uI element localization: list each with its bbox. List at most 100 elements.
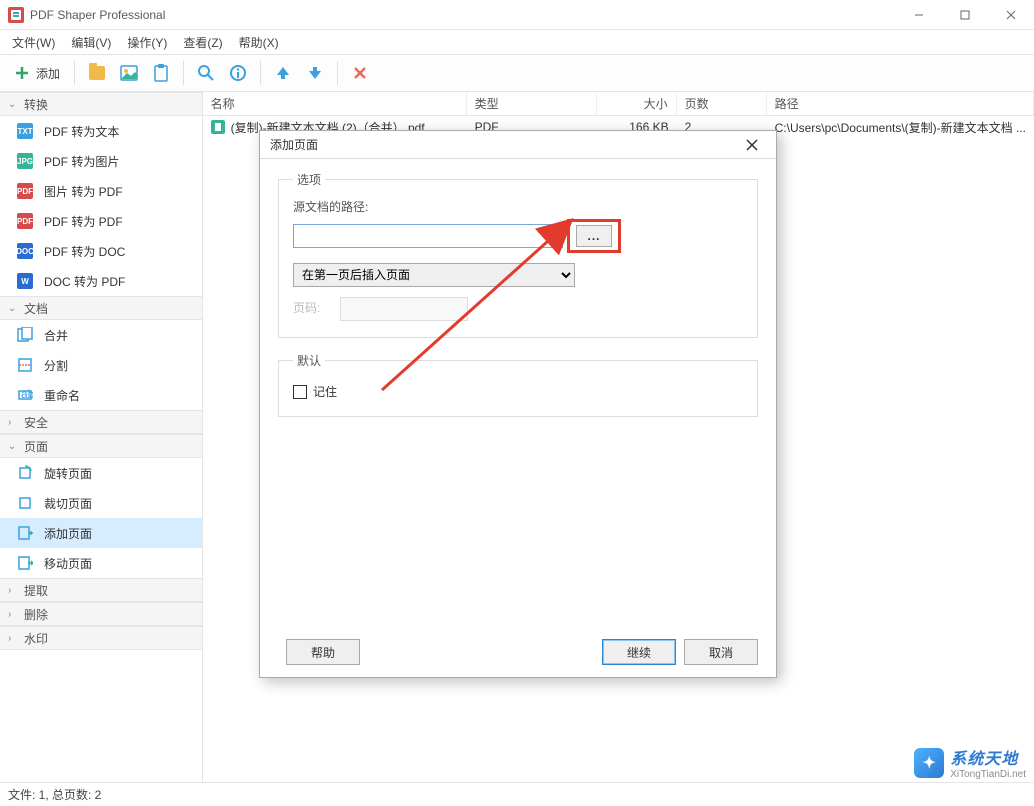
sidebar-item-label: PDF 转为图片 — [44, 153, 119, 170]
paste-button[interactable] — [147, 59, 175, 87]
crop-icon — [16, 494, 34, 512]
pdf-file-icon — [211, 120, 225, 134]
add-button-label: 添加 — [36, 65, 60, 82]
sidebar-group-pages[interactable]: ⌄ 页面 — [0, 434, 202, 458]
sidebar-group-document[interactable]: ⌄文档 — [0, 296, 202, 320]
site-watermark: ✦ 系统天地 XiTongTianDi.net — [914, 745, 1026, 780]
dialog-title: 添加页面 — [270, 136, 318, 153]
close-icon — [746, 139, 758, 151]
info-button[interactable] — [224, 59, 252, 87]
split-icon — [16, 356, 34, 374]
sidebar-group-extract[interactable]: › 提取 — [0, 578, 202, 602]
column-name[interactable]: 名称 — [203, 92, 467, 115]
sidebar: ⌄转换 TXTPDF 转为文本 JPGPDF 转为图片 PDF图片 转为 PDF… — [0, 92, 203, 782]
status-text: 文件: 1, 总页数: 2 — [8, 786, 101, 803]
sidebar-group-label: 安全 — [24, 414, 48, 431]
image-icon — [120, 65, 138, 81]
move-down-button[interactable] — [301, 59, 329, 87]
menu-edit[interactable]: 编辑(V) — [63, 31, 119, 54]
info-icon — [229, 64, 247, 82]
column-path[interactable]: 路径 — [767, 92, 1034, 115]
sidebar-item-pdf-to-image[interactable]: JPGPDF 转为图片 — [0, 146, 202, 176]
watermark-url: XiTongTianDi.net — [950, 769, 1026, 780]
chevron-right-icon: › — [8, 633, 20, 644]
txt-icon: TXT — [16, 122, 34, 140]
sidebar-item-merge[interactable]: 合并 — [0, 320, 202, 350]
menu-action[interactable]: 操作(Y) — [119, 31, 175, 54]
source-path-input[interactable] — [293, 224, 563, 248]
move-up-button[interactable] — [269, 59, 297, 87]
sidebar-item-add-pages[interactable]: 添加页面 — [0, 518, 202, 548]
folder-icon — [89, 66, 105, 80]
watermark-logo-icon: ✦ — [914, 748, 944, 778]
sidebar-item-pdf-to-text[interactable]: TXTPDF 转为文本 — [0, 116, 202, 146]
file-path: C:\Users\pc\Documents\(复制)-新建文本文档 ... — [767, 119, 1034, 136]
add-pages-dialog: 添加页面 选项 源文档的路径: ... 在第一页后插入页面 页码: — [259, 130, 777, 678]
dialog-buttons: 帮助 继续 取消 — [278, 639, 758, 665]
add-button[interactable]: 添加 — [8, 59, 66, 87]
continue-button-label: 继续 — [627, 644, 651, 661]
remember-label: 记住 — [313, 383, 337, 400]
toolbar-separator — [74, 61, 75, 85]
add-folder-button[interactable] — [83, 59, 111, 87]
maximize-button[interactable] — [942, 0, 988, 30]
browse-button-label: ... — [587, 229, 600, 243]
sidebar-item-image-to-pdf[interactable]: PDF图片 转为 PDF — [0, 176, 202, 206]
sidebar-group-label: 文档 — [24, 300, 48, 317]
sidebar-group-convert[interactable]: ⌄转换 — [0, 92, 202, 116]
sidebar-item-pdf-to-doc[interactable]: DOCPDF 转为 DOC — [0, 236, 202, 266]
chevron-down-icon: ⌄ — [8, 99, 20, 110]
close-button[interactable] — [988, 0, 1034, 30]
remember-checkbox[interactable] — [293, 385, 307, 399]
add-page-icon — [16, 524, 34, 542]
app-title: PDF Shaper Professional — [30, 8, 165, 22]
menu-bar: 文件(W) 编辑(V) 操作(Y) 查看(Z) 帮助(X) — [0, 30, 1034, 54]
browse-button[interactable]: ... — [576, 225, 612, 247]
cancel-button[interactable]: 取消 — [684, 639, 758, 665]
page-number-label: 页码: — [293, 299, 320, 316]
add-image-button[interactable] — [115, 59, 143, 87]
column-size[interactable]: 大小 — [597, 92, 677, 115]
sidebar-item-label: 移动页面 — [44, 555, 92, 572]
sidebar-item-label: 分割 — [44, 357, 68, 374]
sidebar-group-watermark[interactable]: ›水印 — [0, 626, 202, 650]
move-page-icon — [16, 554, 34, 572]
source-path-label: 源文档的路径: — [293, 198, 743, 215]
sidebar-item-label: 旋转页面 — [44, 465, 92, 482]
continue-button[interactable]: 继续 — [602, 639, 676, 665]
sidebar-group-label: 页面 — [24, 438, 48, 455]
title-bar: PDF Shaper Professional — [0, 0, 1034, 30]
sidebar-item-pdf-to-pdf[interactable]: PDFPDF 转为 PDF — [0, 206, 202, 236]
toolbar-separator — [337, 61, 338, 85]
menu-help[interactable]: 帮助(X) — [231, 31, 287, 54]
column-type[interactable]: 类型 — [467, 92, 597, 115]
sidebar-group-security[interactable]: ›安全 — [0, 410, 202, 434]
status-bar: 文件: 1, 总页数: 2 — [0, 782, 1034, 806]
merge-icon — [16, 326, 34, 344]
sidebar-item-crop-pages[interactable]: 裁切页面 — [0, 488, 202, 518]
sidebar-item-label: 添加页面 — [44, 525, 92, 542]
cancel-button-label: 取消 — [709, 644, 733, 661]
dialog-titlebar: 添加页面 — [260, 131, 776, 159]
pdf-icon: PDF — [16, 182, 34, 200]
sidebar-group-delete[interactable]: ›删除 — [0, 602, 202, 626]
insert-mode-select[interactable]: 在第一页后插入页面 — [293, 263, 575, 287]
sidebar-item-label: PDF 转为 PDF — [44, 213, 123, 230]
column-pages[interactable]: 页数 — [677, 92, 767, 115]
menu-view[interactable]: 查看(Z) — [175, 31, 230, 54]
menu-file[interactable]: 文件(W) — [4, 31, 63, 54]
sidebar-item-label: DOC 转为 PDF — [44, 273, 125, 290]
dialog-close-button[interactable] — [732, 131, 772, 159]
search-button[interactable] — [192, 59, 220, 87]
sidebar-item-rotate-pages[interactable]: 旋转页面 — [0, 458, 202, 488]
sidebar-item-rename[interactable]: ab重命名 — [0, 380, 202, 410]
help-button[interactable]: 帮助 — [286, 639, 360, 665]
minimize-button[interactable] — [896, 0, 942, 30]
chevron-down-icon: ⌄ — [8, 441, 20, 452]
sidebar-item-doc-to-pdf[interactable]: WDOC 转为 PDF — [0, 266, 202, 296]
sidebar-item-split[interactable]: 分割 — [0, 350, 202, 380]
sidebar-item-move-pages[interactable]: 移动页面 — [0, 548, 202, 578]
remove-button[interactable] — [346, 59, 374, 87]
chevron-right-icon: › — [8, 585, 20, 596]
sidebar-group-label: 提取 — [24, 582, 48, 599]
